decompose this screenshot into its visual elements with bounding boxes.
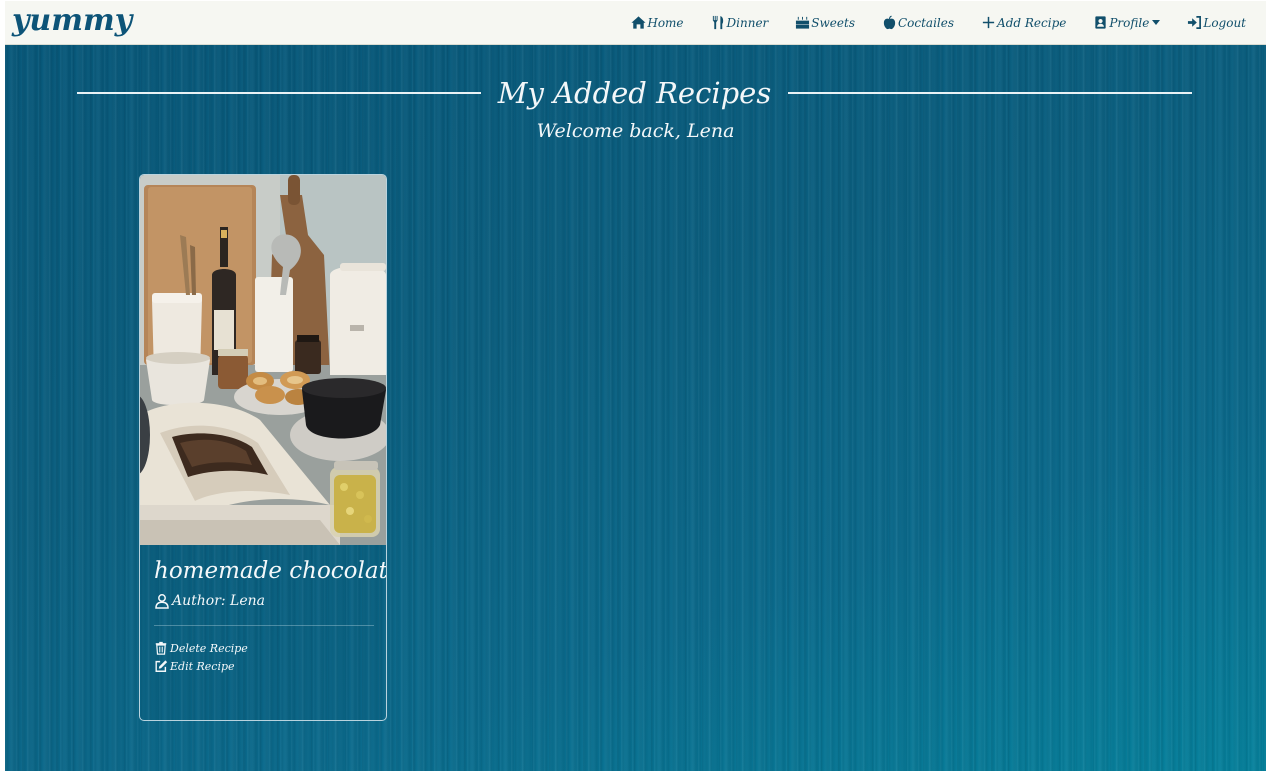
caret-down-icon	[1152, 20, 1161, 25]
contact-card-icon	[1093, 15, 1108, 30]
delete-recipe-button[interactable]: Delete Recipe	[154, 641, 374, 655]
nav-menu: Home Dinner Sweets Coctailes Add Recipe …	[604, 1, 1246, 44]
brand-logo[interactable]: yummy	[12, 3, 132, 38]
delete-recipe-label: Delete Recipe	[170, 641, 248, 655]
nav-add-recipe-label: Add Recipe	[997, 15, 1067, 30]
nav-dinner-link[interactable]: Dinner	[711, 15, 769, 30]
nav-add-recipe-link[interactable]: Add Recipe	[981, 15, 1066, 30]
nav-cocktails-link[interactable]: Coctailes	[882, 15, 954, 30]
apple-icon	[882, 15, 897, 30]
nav-home-label: Home	[647, 15, 684, 30]
nav-cocktails-label: Coctailes	[897, 15, 955, 30]
heading-divider-right	[788, 92, 1192, 94]
nav-profile-dropdown[interactable]: Profile	[1093, 15, 1161, 30]
plus-icon	[981, 15, 996, 30]
main-content: My Added Recipes Welcome back, Lena home…	[5, 45, 1266, 771]
nav-sweets-link[interactable]: Sweets	[795, 15, 855, 30]
trash-icon	[154, 641, 168, 655]
recipe-card-body: homemade chocolate Author: Lena Delete R…	[154, 555, 386, 673]
card-divider	[154, 625, 374, 626]
nav-sweets-label: Sweets	[811, 15, 855, 30]
user-icon	[154, 593, 170, 609]
utensils-icon	[711, 15, 726, 30]
recipe-author-label: Author: Lena	[172, 593, 266, 609]
recipe-card: homemade chocolate Author: Lena Delete R…	[139, 174, 387, 721]
recipe-image[interactable]	[140, 175, 386, 545]
recipe-author: Author: Lena	[154, 593, 374, 609]
nav-dinner-label: Dinner	[726, 15, 769, 30]
recipe-title[interactable]: homemade chocolate	[154, 555, 386, 587]
page-heading: My Added Recipes	[77, 73, 1192, 113]
edit-icon	[154, 659, 168, 673]
heading-divider-left	[77, 92, 481, 94]
welcome-message: Welcome back, Lena	[536, 120, 735, 142]
nav-profile-label: Profile	[1109, 15, 1150, 30]
app-frame: yummy Home Dinner Sweets Coctailes Add R…	[5, 1, 1266, 771]
sign-in-arrow-icon	[1187, 15, 1202, 30]
nav-logout-link[interactable]: Logout	[1187, 15, 1246, 30]
cake-icon	[795, 15, 810, 30]
page-title: My Added Recipes	[497, 76, 772, 110]
nav-logout-label: Logout	[1203, 15, 1246, 30]
house-icon	[631, 15, 646, 30]
edit-recipe-label: Edit Recipe	[170, 659, 235, 673]
recipe-photo	[140, 175, 386, 545]
nav-home-link[interactable]: Home	[631, 15, 684, 30]
navbar: yummy Home Dinner Sweets Coctailes Add R…	[5, 1, 1266, 45]
edit-recipe-button[interactable]: Edit Recipe	[154, 659, 374, 673]
